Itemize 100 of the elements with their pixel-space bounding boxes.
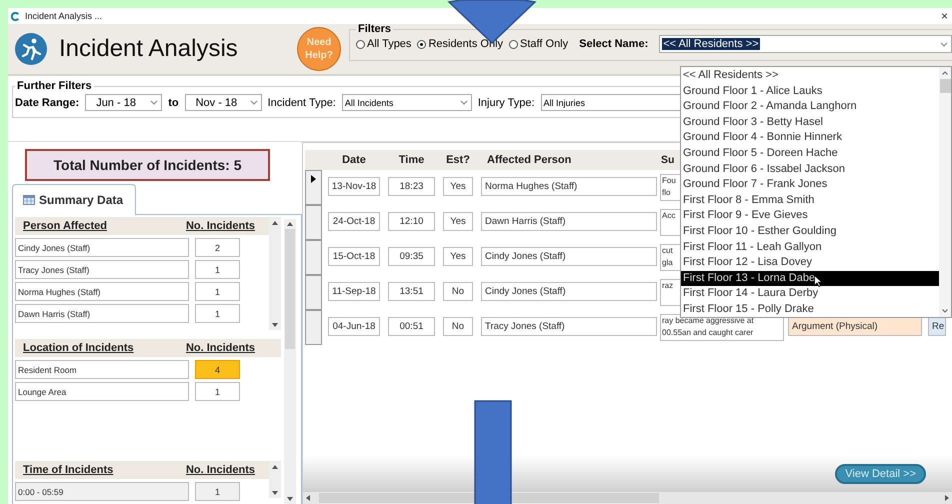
radio-button[interactable]	[417, 40, 426, 48]
scroll-thumb[interactable]	[285, 229, 295, 349]
current-record-icon	[311, 175, 316, 183]
count-cell: 1	[195, 260, 240, 279]
injury-type-label: Injury Type:	[478, 96, 535, 108]
horizontal-scrollbar[interactable]	[303, 492, 952, 504]
radio-button[interactable]	[356, 40, 365, 48]
table-cell: Re	[928, 317, 946, 336]
column-header: Est?	[445, 154, 471, 166]
to-label: to	[168, 96, 179, 108]
date-from-combo[interactable]: Jun - 18	[85, 94, 162, 111]
estimated-cell: Yes	[443, 212, 473, 231]
count-cell: 1	[195, 482, 240, 501]
radio-label: Staff Only	[520, 38, 568, 50]
column-heading: No. Incidents	[186, 342, 255, 354]
person-cell: Cindy Jones (Staff)	[481, 282, 657, 301]
name-cell: Cindy Jones (Staff)	[15, 238, 189, 257]
date-cell: 13-Nov-18	[328, 177, 380, 196]
column-header: Affected Person	[486, 154, 572, 166]
scrollbar[interactable]	[269, 218, 281, 330]
incident-type-combo[interactable]: All Incidents	[342, 94, 472, 111]
count-cell: 2	[195, 238, 240, 257]
scroll-thumb[interactable]	[940, 79, 950, 93]
window-title: Incident Analysis ...	[25, 11, 102, 21]
falling-person-icon	[15, 33, 47, 65]
time-cell: 12:10	[388, 212, 435, 231]
column-header: Date	[341, 154, 367, 166]
scroll-left-icon[interactable]	[306, 495, 310, 501]
radio-label: All Types	[367, 38, 412, 50]
scroll-down-icon[interactable]	[272, 323, 278, 327]
estimated-cell: No	[443, 317, 473, 336]
name-cell: 0:00 - 05:59	[15, 482, 189, 501]
count-cell: 1	[195, 282, 240, 301]
count-cell: 4	[195, 360, 240, 379]
section-title: Person Affected	[23, 220, 107, 232]
scroll-up-icon[interactable]	[287, 222, 293, 226]
column-header: Time	[398, 154, 426, 166]
scroll-up-icon[interactable]	[272, 221, 278, 225]
record-selector[interactable]	[305, 170, 322, 205]
scrollbar[interactable]	[284, 219, 296, 504]
caret-icon	[250, 100, 258, 105]
time-cell: 13:51	[388, 282, 435, 301]
select-name-label: Select Name:	[579, 38, 648, 50]
close-button[interactable]: ×	[940, 9, 952, 23]
person-cell: Cindy Jones (Staff)	[481, 247, 657, 266]
section-title: Time of Incidents	[23, 464, 114, 476]
select-name-combo[interactable]: << All Residents >>	[659, 35, 952, 53]
person-cell: Norma Hughes (Staff)	[481, 177, 657, 196]
dropdown-item[interactable]: First Floor 13 - Lorna Dabe	[681, 270, 939, 286]
date-cell: 15-Oct-18	[328, 247, 380, 266]
scroll-right-icon[interactable]	[945, 495, 949, 501]
scroll-up-icon[interactable]	[272, 465, 278, 469]
count-cell: 1	[195, 304, 240, 323]
person-cell: Tracy Jones (Staff)	[481, 317, 657, 336]
caret-icon	[150, 100, 158, 105]
dropdown-item[interactable]: << All Residents >>	[681, 68, 939, 84]
name-cell: Tracy Jones (Staff)	[15, 260, 189, 279]
dropdown-item[interactable]: Ground Floor 4 - Bonnie Hinnerk	[681, 130, 939, 146]
scroll-down-icon[interactable]	[287, 497, 293, 501]
scroll-down-icon[interactable]	[942, 309, 948, 313]
table-icon	[23, 195, 35, 205]
caret-icon	[460, 100, 468, 105]
scrollbar[interactable]	[939, 67, 951, 317]
count-cell: 1	[195, 382, 240, 401]
caret-icon	[940, 42, 948, 46]
date-to-combo[interactable]: Nov - 18	[184, 94, 262, 111]
column-header: Su	[660, 154, 676, 166]
logo-icon	[11, 12, 20, 20]
date-cell: 24-Oct-18	[328, 212, 380, 231]
estimated-cell: Yes	[443, 247, 473, 266]
radio-button[interactable]	[509, 40, 518, 48]
page-title: Incident Analysis	[59, 35, 239, 63]
estimated-cell: No	[443, 282, 473, 301]
time-cell: 09:35	[388, 247, 435, 266]
date-cell: 04-Jun-18	[328, 317, 380, 336]
scroll-up-icon[interactable]	[942, 71, 948, 75]
filters-legend: Filters	[356, 23, 394, 35]
further-filters-legend: Further Filters	[15, 80, 94, 92]
section-title: Location of Incidents	[23, 342, 134, 354]
summary-data-tab[interactable]: Summary Data	[12, 184, 136, 215]
person-cell: Dawn Harris (Staff)	[481, 212, 657, 231]
scrollbar[interactable]	[269, 462, 281, 498]
total-incidents: Total Number of Incidents: 5	[25, 149, 270, 181]
mouse-cursor-icon	[814, 275, 822, 287]
name-cell: Resident Room	[15, 360, 189, 379]
scroll-down-icon[interactable]	[272, 491, 278, 495]
estimated-cell: Yes	[443, 177, 473, 196]
name-cell: Norma Hughes (Staff)	[15, 282, 189, 301]
time-cell: 18:23	[388, 177, 435, 196]
name-cell: Lounge Area	[15, 382, 189, 401]
time-cell: 00:51	[388, 317, 435, 336]
column-heading: No. Incidents	[186, 464, 255, 476]
dropdown-item[interactable]: Ground Floor 5 - Doreen Hache	[681, 146, 939, 162]
date-range-label: Date Range:	[15, 96, 80, 108]
type-cell: Argument (Physical)	[788, 317, 922, 336]
name-cell: Dawn Harris (Staff)	[15, 304, 189, 323]
dropdown-item[interactable]: Ground Floor 3 - Betty Hasel	[681, 114, 939, 130]
date-cell: 11-Sep-18	[328, 282, 380, 301]
incident-type-label: Incident Type:	[268, 96, 336, 108]
column-heading: No. Incidents	[186, 220, 255, 232]
